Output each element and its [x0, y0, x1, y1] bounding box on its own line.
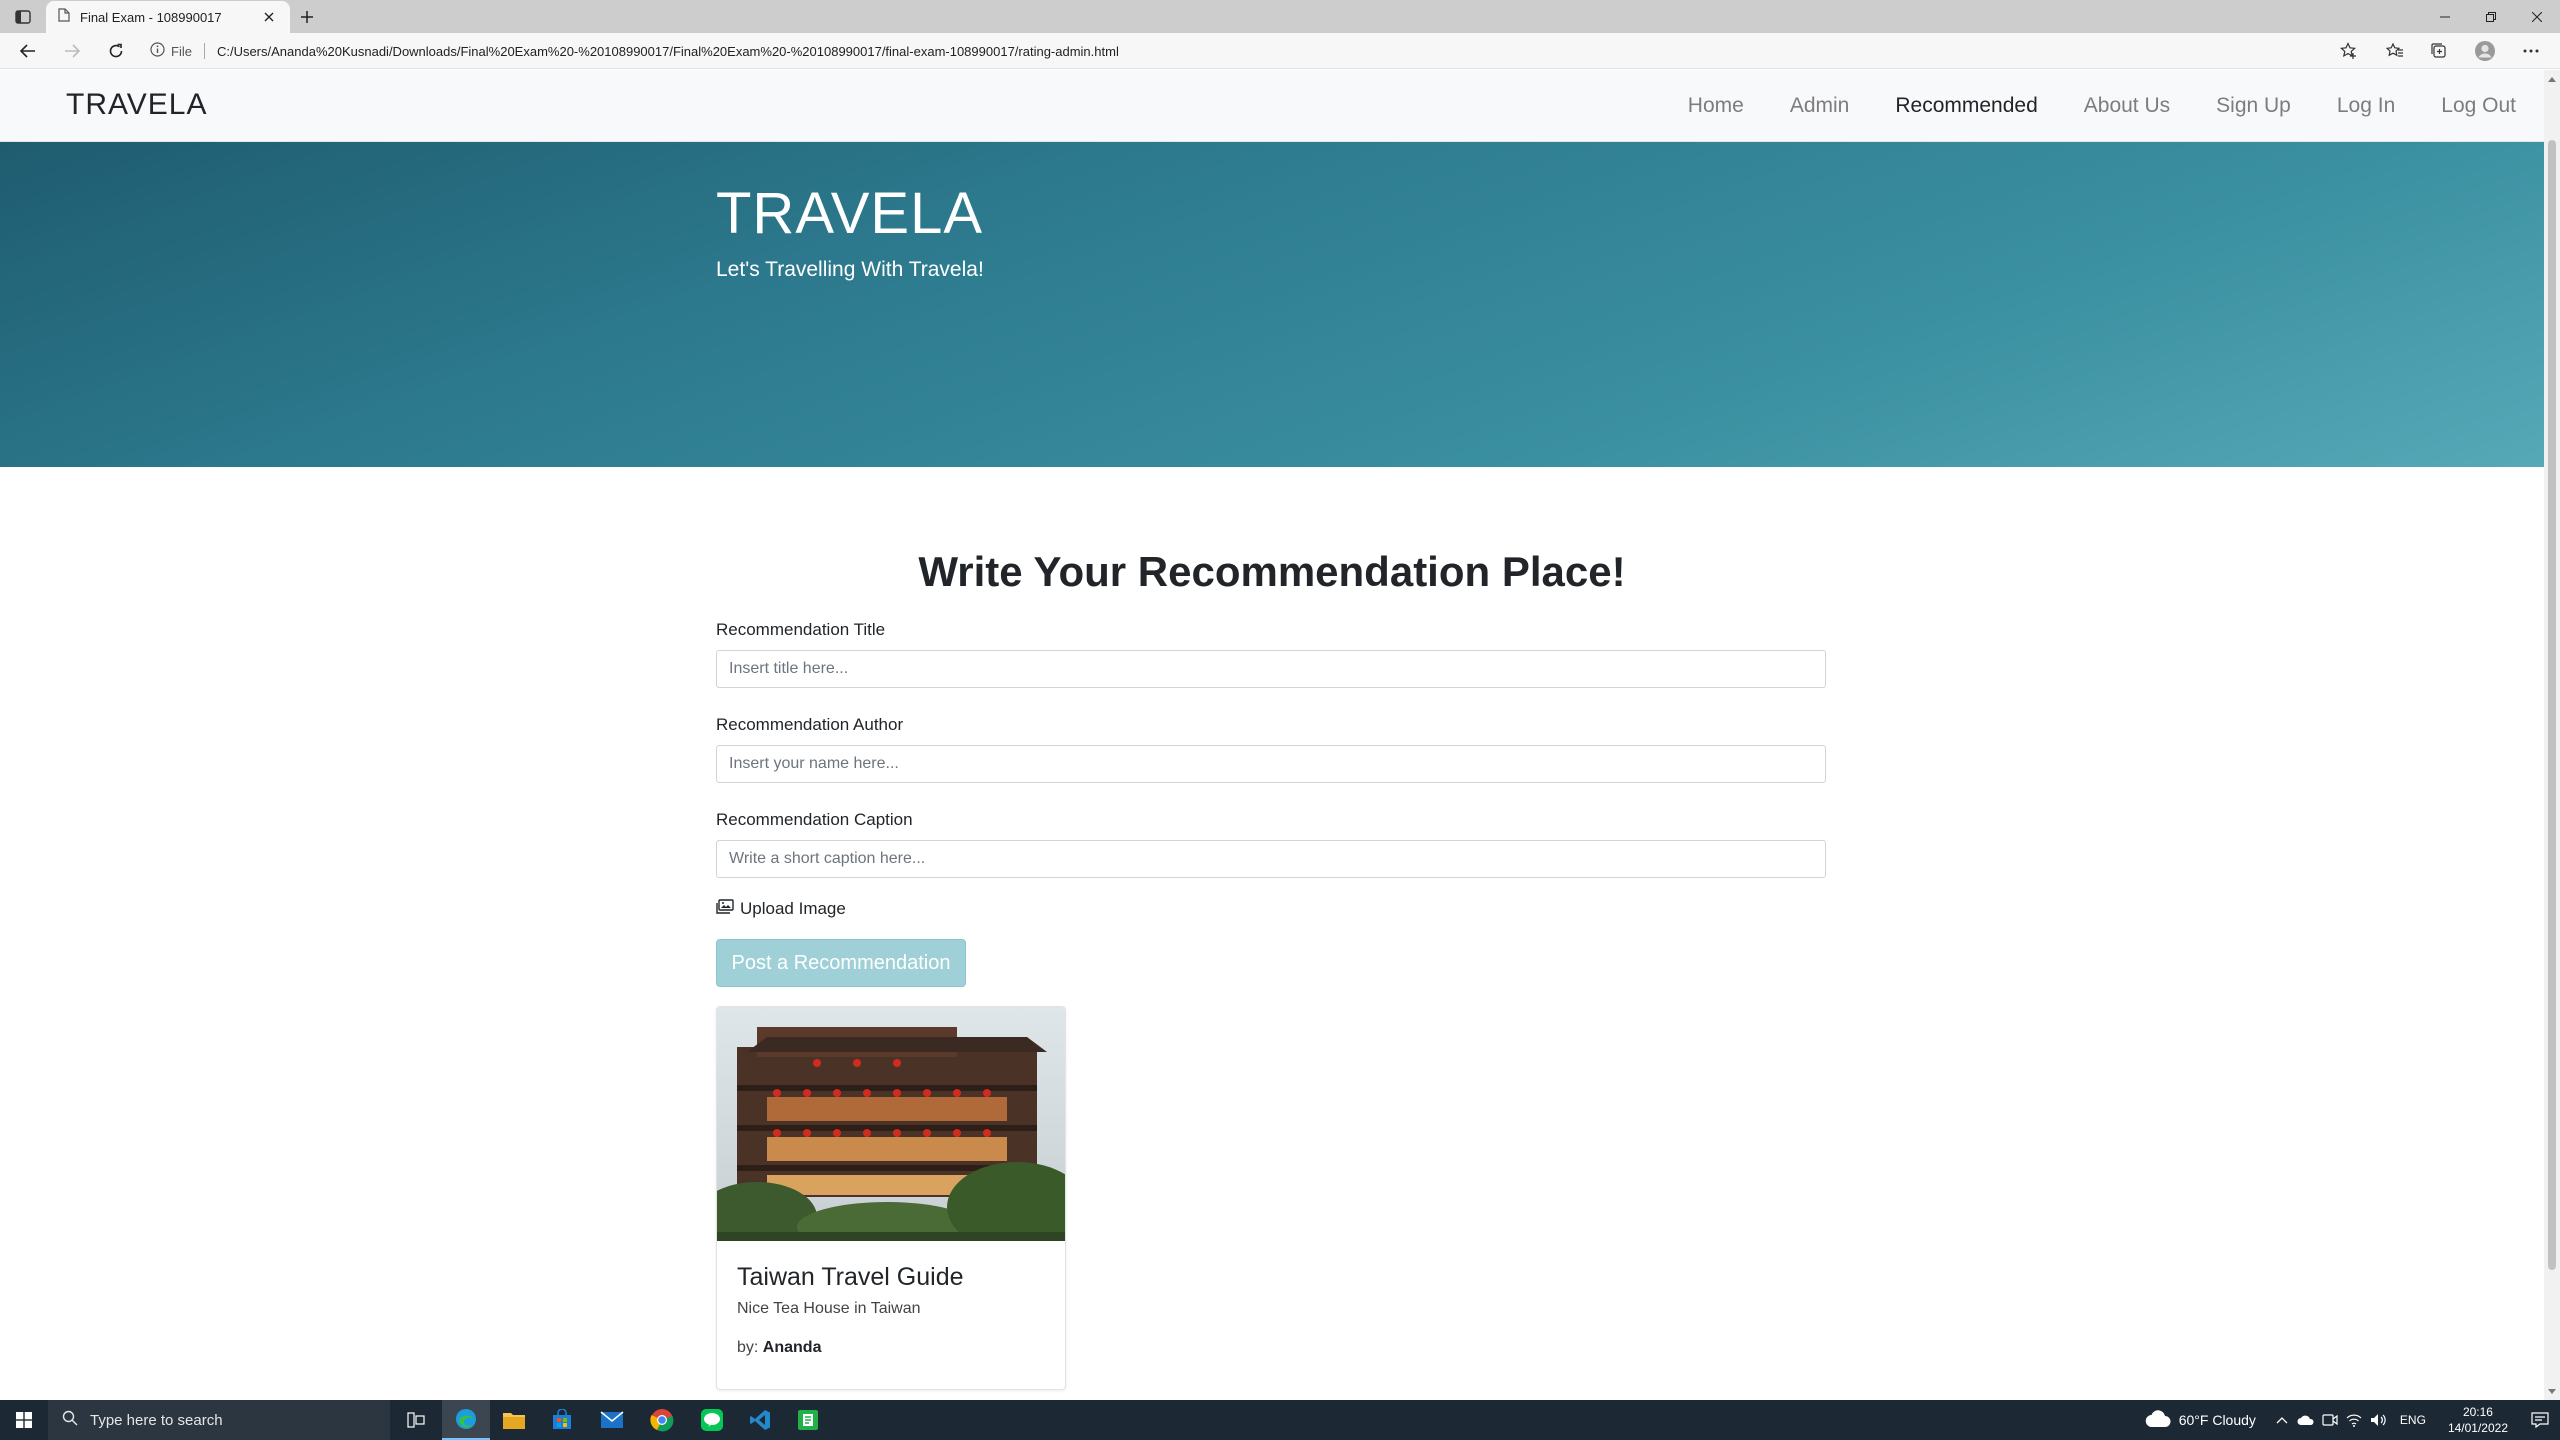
edge-browser-icon[interactable]: [442, 1400, 490, 1440]
recommendation-form: Recommendation Title Recommendation Auth…: [716, 620, 1828, 987]
browser-tab-strip: Final Exam - 108990017: [0, 0, 2560, 33]
notification-icon[interactable]: [2520, 1400, 2560, 1440]
task-view-icon[interactable]: [392, 1400, 440, 1440]
windows-start-icon[interactable]: [0, 1400, 48, 1440]
input-language[interactable]: ENG: [2400, 1413, 2426, 1427]
system-tray: 60°F Cloudy ENG 20:16 14/01/2022: [2145, 1400, 2560, 1440]
form-heading: Write Your Recommendation Place!: [918, 548, 1626, 595]
clock[interactable]: 20:16 14/01/2022: [2448, 1404, 2508, 1436]
taskbar-search-placeholder: Type here to search: [90, 1411, 223, 1429]
nav-link-home[interactable]: Home: [1688, 94, 1744, 118]
nav-link-recommended[interactable]: Recommended: [1895, 94, 2037, 118]
scroll-up-icon[interactable]: [2547, 74, 2557, 84]
chevron-up-icon[interactable]: [2270, 1400, 2294, 1440]
clock-time: 20:16: [2462, 1405, 2493, 1419]
nav-link-sign-up[interactable]: Sign Up: [2216, 94, 2291, 118]
taskbar-search[interactable]: Type here to search: [48, 1400, 390, 1440]
nav-link-log-out[interactable]: Log Out: [2441, 94, 2516, 118]
back-arrow-icon[interactable]: [14, 37, 42, 65]
info-icon: [150, 42, 165, 60]
card-byline: by: Ananda: [737, 1339, 821, 1357]
title-input[interactable]: [716, 650, 1826, 688]
nav-link-admin[interactable]: Admin: [1790, 94, 1850, 118]
mail-icon[interactable]: [588, 1400, 636, 1440]
card-by-label: by:: [737, 1339, 759, 1356]
page-scrollbar[interactable]: [2544, 70, 2560, 1400]
hero-banner: TRAVELA Let's Travelling With Travela!: [0, 142, 2544, 467]
tab-title: Final Exam - 108990017: [80, 9, 222, 25]
close-icon[interactable]: [260, 8, 278, 26]
page-icon: [58, 7, 70, 27]
card-title: Taiwan Travel Guide: [737, 1263, 964, 1291]
address-bar[interactable]: File C:/Users/Ananda%20Kusnadi/Downloads…: [150, 37, 2350, 65]
wifi-icon[interactable]: [2342, 1400, 2366, 1440]
upload-image-label: Upload Image: [740, 899, 846, 918]
scrollbar-thumb[interactable]: [2548, 140, 2556, 1270]
volume-icon[interactable]: [2366, 1400, 2390, 1440]
chrome-icon[interactable]: [638, 1400, 686, 1440]
restore-icon[interactable]: [2468, 0, 2514, 33]
plus-icon[interactable]: [294, 5, 320, 29]
address-scheme: File: [171, 43, 192, 59]
window-controls: [2422, 0, 2560, 33]
refresh-icon[interactable]: [102, 37, 130, 65]
browser-toolbar: File C:/Users/Ananda%20Kusnadi/Downloads…: [0, 33, 2560, 69]
minimize-icon[interactable]: [2422, 0, 2468, 33]
card-image: [717, 1007, 1065, 1241]
nav-link-about-us[interactable]: About Us: [2084, 94, 2170, 118]
caption-input[interactable]: [716, 840, 1826, 878]
favorites-icon[interactable]: [2380, 37, 2410, 65]
vscode-icon[interactable]: [736, 1400, 784, 1440]
caption-label: Recommendation Caption: [716, 810, 913, 829]
weather-widget[interactable]: 60°F Cloudy: [2145, 1409, 2256, 1431]
windows-taskbar: Type here to search 60°F Cloudy ENG 20:1…: [0, 1400, 2560, 1440]
more-options-icon[interactable]: [2516, 37, 2546, 65]
site-info[interactable]: File: [150, 42, 192, 60]
browser-tab[interactable]: Final Exam - 108990017: [46, 1, 290, 33]
search-icon: [62, 1410, 78, 1431]
forward-arrow-icon[interactable]: [58, 37, 86, 65]
author-label: Recommendation Author: [716, 715, 904, 734]
navbar-brand[interactable]: TRAVELA: [66, 88, 208, 122]
page-viewport: TRAVELA Home Admin Recommended About Us …: [0, 70, 2544, 1400]
collections-icon[interactable]: [2424, 37, 2454, 65]
weather-text: 60°F Cloudy: [2178, 1412, 2256, 1428]
green-app-icon[interactable]: [784, 1400, 832, 1440]
profile-avatar-icon[interactable]: [2470, 37, 2500, 65]
hero-title: TRAVELA: [716, 181, 984, 246]
address-divider: [203, 43, 205, 59]
cloud-icon: [2145, 1409, 2171, 1431]
title-label: Recommendation Title: [716, 620, 886, 639]
scroll-down-icon[interactable]: [2547, 1386, 2557, 1396]
store-icon[interactable]: [538, 1400, 586, 1440]
upload-image-button[interactable]: Upload Image: [716, 899, 1828, 919]
add-favorite-icon[interactable]: [2334, 37, 2364, 65]
nav-links: Home Admin Recommended About Us Sign Up …: [1642, 70, 2516, 142]
author-input[interactable]: [716, 745, 1826, 783]
onedrive-icon[interactable]: [2294, 1400, 2318, 1440]
tab-actions-icon[interactable]: [10, 6, 36, 28]
hero-subtitle: Let's Travelling With Travela!: [716, 258, 984, 281]
nav-link-log-in[interactable]: Log In: [2337, 94, 2395, 118]
post-recommendation-button[interactable]: Post a Recommendation: [716, 939, 966, 987]
window-close-icon[interactable]: [2514, 0, 2560, 33]
clock-date: 14/01/2022: [2447, 1421, 2508, 1435]
images-icon: [716, 899, 734, 919]
meet-now-icon[interactable]: [2318, 1400, 2342, 1440]
card-caption: Nice Tea House in Taiwan: [737, 1300, 921, 1317]
line-app-icon[interactable]: [688, 1400, 736, 1440]
recommendation-card[interactable]: Taiwan Travel Guide Nice Tea House in Ta…: [716, 1006, 1066, 1390]
file-explorer-icon[interactable]: [490, 1400, 538, 1440]
site-navbar: TRAVELA Home Admin Recommended About Us …: [0, 70, 2544, 142]
address-url[interactable]: C:/Users/Ananda%20Kusnadi/Downloads/Fina…: [217, 44, 1119, 59]
card-author: Ananda: [762, 1339, 822, 1356]
